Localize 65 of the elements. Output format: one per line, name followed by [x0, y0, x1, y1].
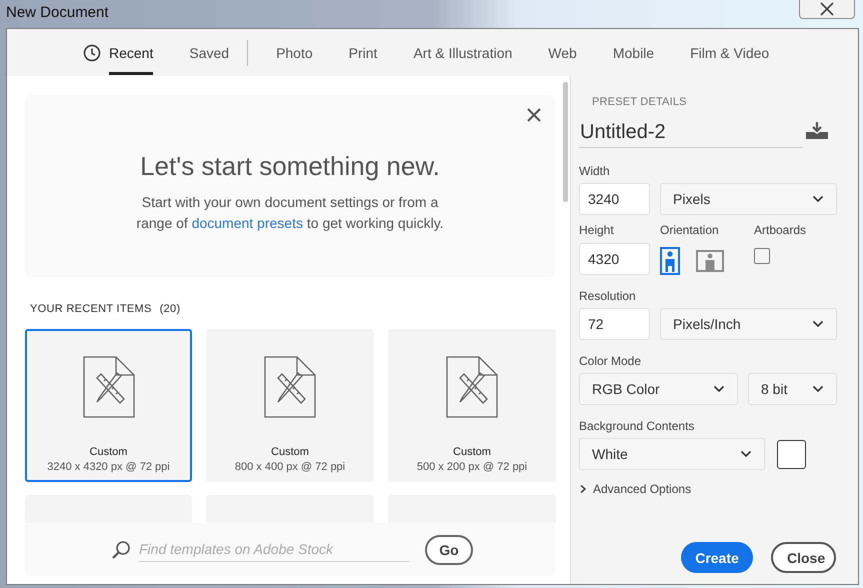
input-field[interactable]: 3240 — [579, 183, 650, 215]
search-field[interactable]: Find templates on Adobe Stock — [139, 537, 409, 562]
field-label: Orientation — [660, 223, 720, 237]
scrollbar-thumb[interactable] — [563, 82, 568, 202]
advanced-options-toggle[interactable]: Advanced Options — [579, 482, 840, 496]
tab[interactable]: Art & Illustration — [395, 29, 530, 76]
field-label: Background Contents — [579, 419, 696, 433]
close-button[interactable] — [799, 0, 855, 19]
chevron-icon — [579, 484, 587, 494]
dropdown[interactable]: Pixels — [660, 183, 837, 215]
card-size: 3240 x 4320 px @ 72 ppi — [47, 461, 170, 473]
dropdown[interactable]: 8 bit — [748, 373, 837, 405]
portrait-button[interactable] — [660, 247, 680, 275]
section-heading: YOUR RECENT ITEMS — [30, 303, 152, 315]
color-swatch[interactable] — [777, 440, 806, 468]
field-label: Artboards — [754, 223, 806, 237]
preset-card[interactable]: Custom 3240 x 4320 px @ 72 ppi — [25, 329, 192, 482]
clock-icon — [83, 44, 101, 62]
tab[interactable]: Mobile — [594, 29, 672, 76]
chevron-icon — [740, 450, 752, 458]
close-icon[interactable] — [527, 108, 541, 122]
create-button[interactable]: Create — [681, 542, 753, 573]
section-heading: PRESET DETAILS — [592, 96, 688, 108]
dropdown[interactable]: RGB Color — [579, 373, 738, 405]
tab[interactable]: Web — [530, 29, 595, 76]
window-title: New Document — [5, 3, 109, 21]
close-icon — [818, 2, 836, 16]
card-size: 500 x 200 px @ 72 ppi — [416, 461, 528, 473]
field-label: Width — [579, 164, 611, 178]
field-label: Height — [579, 223, 615, 237]
landscape-button[interactable] — [696, 250, 724, 272]
preset-card[interactable]: Custom 800 x 400 px @ 72 ppi — [206, 329, 374, 482]
input-field[interactable]: Untitled-2 — [579, 118, 803, 148]
chevron-icon — [713, 385, 725, 393]
card-title: Custom — [453, 446, 491, 458]
item-count: (20) — [160, 303, 180, 315]
input-field[interactable]: 72 — [579, 308, 650, 340]
card-title: Custom — [90, 446, 128, 458]
chevron-icon — [812, 195, 824, 203]
scrollbar[interactable] — [563, 76, 571, 584]
chevron-icon — [812, 385, 824, 393]
document-icon — [264, 356, 316, 418]
tab[interactable]: Saved — [171, 29, 248, 76]
save-preset-icon[interactable] — [806, 122, 828, 138]
close-button[interactable]: Close — [771, 542, 836, 573]
artboards-checkbox[interactable] — [754, 248, 770, 264]
dropdown[interactable]: White — [579, 438, 765, 470]
preset-card[interactable]: Custom 500 x 200 px @ 72 ppi — [388, 329, 556, 482]
field-label: Resolution — [579, 289, 637, 303]
welcome-text: Start with your own document settings or from a range of document presets to get working quickly. — [135, 193, 445, 233]
tab[interactable]: Photo — [258, 29, 331, 76]
tab[interactable]: Film & Video — [672, 29, 788, 76]
field-label: Color Mode — [579, 354, 642, 368]
card-title: Custom — [271, 446, 309, 458]
go-button[interactable]: Go — [425, 534, 473, 564]
document-icon — [82, 356, 134, 418]
tab[interactable]: Print — [330, 29, 396, 76]
dropdown[interactable]: Pixels/Inch — [660, 308, 837, 340]
presets-link[interactable]: document presets — [192, 215, 303, 231]
card-size: 800 x 400 px @ 72 ppi — [234, 461, 346, 473]
chevron-icon — [812, 320, 824, 328]
welcome-title: Let's start something new. — [139, 151, 441, 182]
input-field[interactable]: 4320 — [579, 243, 650, 275]
document-icon — [446, 356, 498, 418]
search-icon — [111, 540, 131, 560]
